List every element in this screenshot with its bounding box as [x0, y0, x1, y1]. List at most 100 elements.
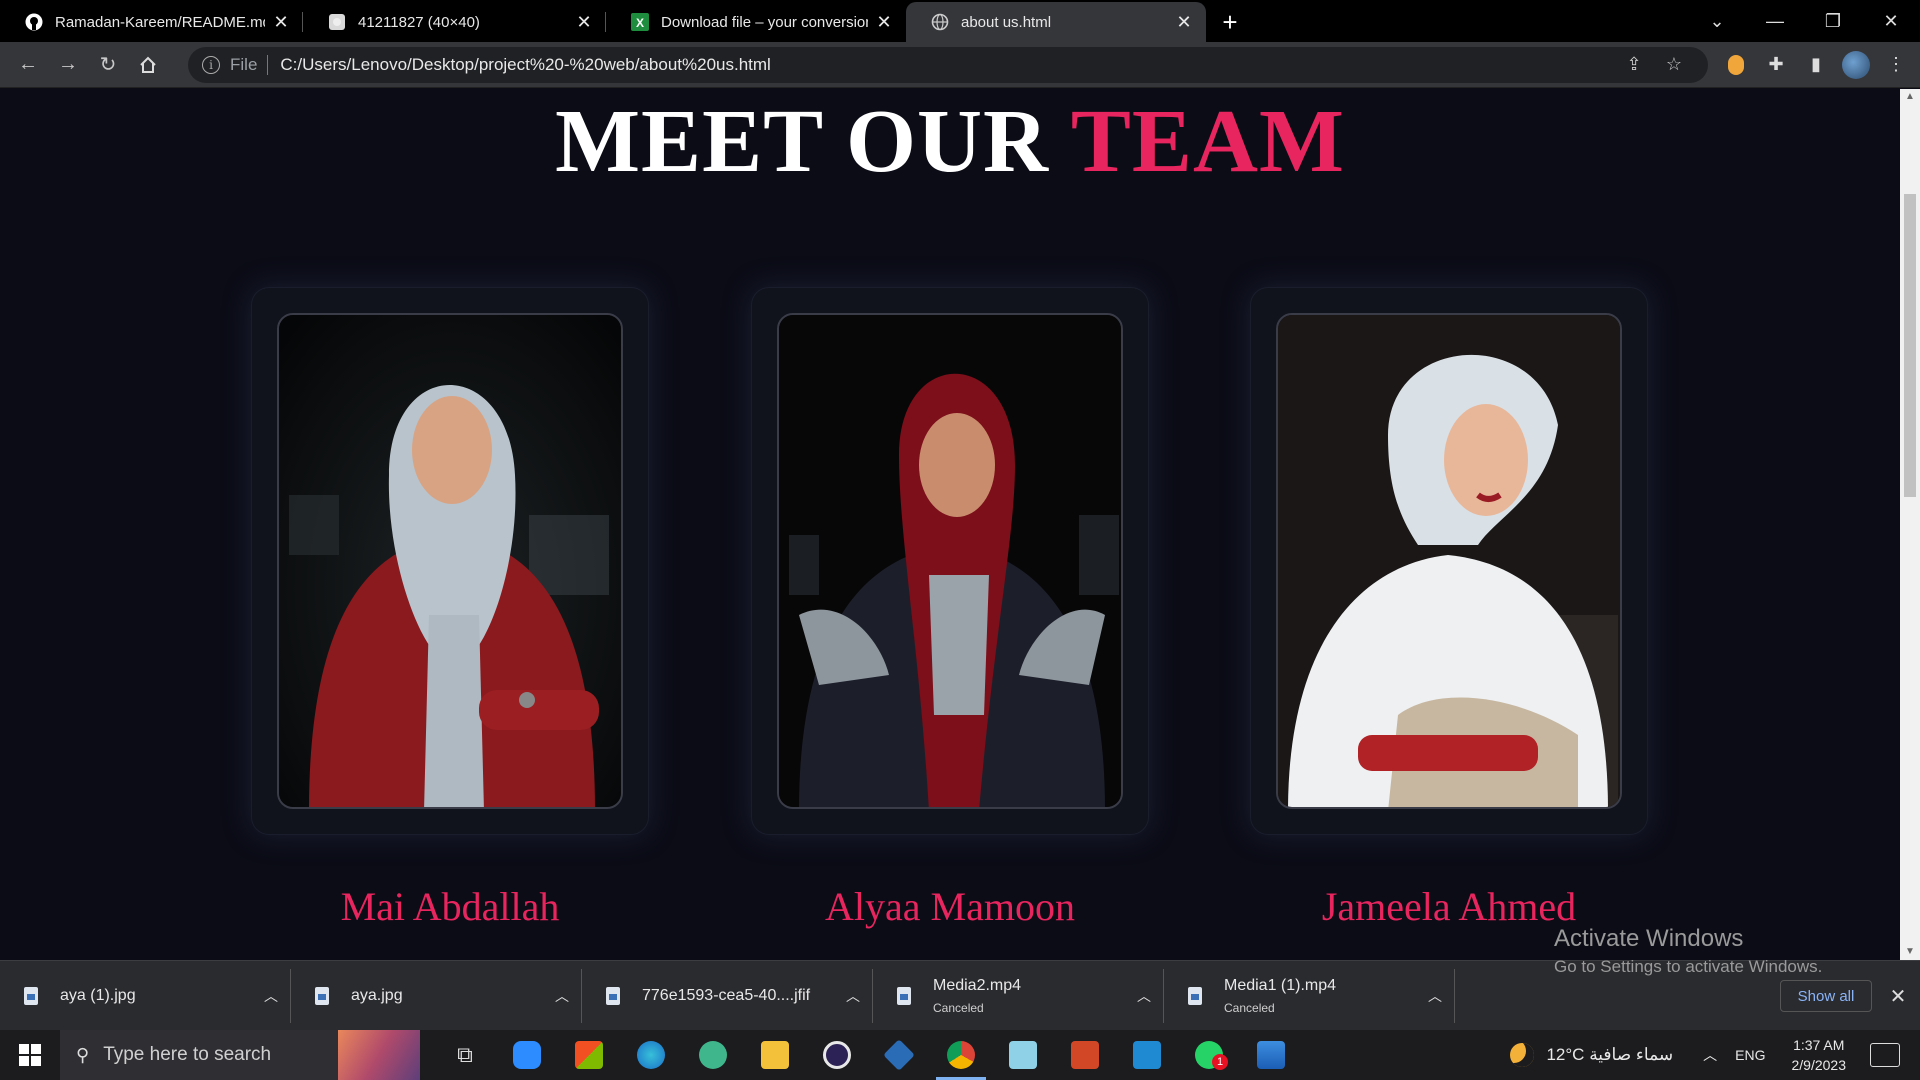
chevron-up-icon[interactable]: ︿: [1415, 986, 1455, 1006]
chrome-icon[interactable]: [930, 1030, 992, 1080]
activate-windows-watermark: Activate Windows Go to Settings to activ…: [1554, 925, 1822, 977]
show-all-button[interactable]: Show all: [1780, 980, 1872, 1012]
file-explorer-icon[interactable]: [744, 1030, 806, 1080]
url-scheme: File: [230, 54, 258, 74]
download-item[interactable]: 776e1593-cea5-40....jfif ︿: [582, 961, 873, 1031]
download-status: Canceled: [933, 1000, 984, 1015]
info-icon[interactable]: i: [202, 55, 220, 74]
powerpoint-icon[interactable]: [1054, 1030, 1116, 1080]
file-icon: [24, 986, 38, 1005]
edge-icon[interactable]: [620, 1030, 682, 1080]
scroll-up-icon[interactable]: ▲: [1900, 89, 1920, 105]
forward-icon[interactable]: →: [48, 45, 88, 85]
close-icon[interactable]: ✕: [271, 12, 291, 33]
file-icon: [897, 986, 911, 1005]
close-icon[interactable]: ✕: [1174, 12, 1194, 33]
tab-image[interactable]: 41211827 (40×40) ✕: [303, 2, 606, 42]
tab-search-icon[interactable]: ⌄: [1688, 11, 1746, 32]
tab-github-readme[interactable]: Ramadan-Kareem/README.md a ✕: [0, 2, 303, 42]
team-card-mai: [251, 287, 649, 835]
page-scrollbar[interactable]: ▲ ▼: [1900, 89, 1920, 960]
close-shelf-icon[interactable]: ✕: [1884, 980, 1912, 1012]
page-viewport: MEET OUR TEAM Mai Abdallah Alyaa Mamoon …: [0, 89, 1920, 960]
clock[interactable]: 1:37 AM 2/9/2023: [1792, 1035, 1847, 1075]
new-tab-button[interactable]: +: [1206, 2, 1254, 42]
store-icon[interactable]: [558, 1030, 620, 1080]
address-bar[interactable]: i File C:/Users/Lenovo/Desktop/project%2…: [188, 46, 1708, 83]
side-panel-icon[interactable]: ▮: [1796, 45, 1836, 85]
menu-icon[interactable]: ⋮: [1876, 45, 1916, 85]
system-tray: 12°C سماء صافية ︿ ENG 1:37 AM 2/9/2023: [1510, 1030, 1920, 1080]
page-title: MEET OUR TEAM: [0, 97, 1900, 187]
back-icon[interactable]: ←: [8, 45, 48, 85]
notepad-icon[interactable]: [992, 1030, 1054, 1080]
task-view-icon[interactable]: ⧉: [434, 1030, 496, 1080]
download-item[interactable]: Media1 (1).mp4 Canceled ︿: [1164, 961, 1455, 1031]
profile-avatar[interactable]: [1836, 45, 1876, 85]
minimize-button[interactable]: —: [1746, 11, 1804, 32]
chevron-up-icon[interactable]: ︿: [251, 986, 291, 1006]
reload-icon[interactable]: ↻: [88, 45, 128, 85]
search-icon: ⚲: [76, 1044, 90, 1065]
language-indicator[interactable]: ENG: [1735, 1047, 1765, 1063]
extension-icon[interactable]: [1716, 45, 1756, 85]
member-name: Alyaa Mamoon: [825, 884, 1075, 929]
excel-icon: X: [631, 13, 649, 31]
home-icon[interactable]: [128, 45, 168, 85]
share-icon[interactable]: ⇪: [1614, 54, 1654, 75]
photos-icon[interactable]: [1240, 1030, 1302, 1080]
taskbar-search[interactable]: ⚲ Type here to search: [60, 1030, 420, 1080]
download-item[interactable]: aya (1).jpg ︿: [0, 961, 291, 1031]
chevron-up-icon[interactable]: ︿: [542, 986, 582, 1006]
moon-weather-icon[interactable]: [1510, 1043, 1535, 1067]
file-icon: [315, 986, 329, 1005]
team-card-jameela: [1250, 287, 1648, 835]
chevron-up-icon[interactable]: ︿: [833, 986, 873, 1006]
download-status: Canceled: [1224, 1000, 1275, 1015]
screen: Ramadan-Kareem/README.md a ✕ 41211827 (4…: [0, 0, 1920, 1080]
taskbar-apps: ⧉ 1: [434, 1030, 1302, 1080]
close-icon[interactable]: ✕: [574, 12, 594, 33]
download-filename: Media1 (1).mp4: [1224, 976, 1337, 994]
member-name: Jameela Ahmed: [1321, 884, 1577, 929]
windows-taskbar: ⚲ Type here to search ⧉ 1 12°C سماء صافي…: [0, 1030, 1920, 1080]
tab-about-us[interactable]: about us.html ✕: [906, 2, 1206, 42]
bookmark-star-icon[interactable]: ☆: [1654, 54, 1694, 75]
vscode-icon[interactable]: [1116, 1030, 1178, 1080]
zoom-app-icon[interactable]: [496, 1030, 558, 1080]
member-photo: [1276, 313, 1622, 809]
puzzle-icon[interactable]: ✚: [1756, 45, 1796, 85]
scrollbar-thumb[interactable]: [1904, 194, 1916, 497]
scroll-down-icon[interactable]: ▼: [1900, 944, 1920, 960]
tab-download-file[interactable]: X Download file – your conversion ✕: [606, 2, 906, 42]
search-highlight-image: [338, 1030, 420, 1080]
tab-strip: Ramadan-Kareem/README.md a ✕ 41211827 (4…: [0, 0, 1920, 42]
url-text[interactable]: C:/Users/Lenovo/Desktop/project%20-%20we…: [280, 55, 1614, 75]
window-controls: ⌄ — ❐ ✕: [1688, 0, 1920, 42]
restore-button[interactable]: ❐: [1804, 11, 1862, 32]
notification-center-icon[interactable]: [1870, 1043, 1900, 1067]
weather-text[interactable]: 12°C سماء صافية: [1546, 1045, 1673, 1065]
chevron-up-icon[interactable]: ︿: [1124, 986, 1164, 1006]
svg-text:X: X: [636, 16, 644, 30]
tab-title: 41211827 (40×40): [358, 13, 480, 31]
divider: [267, 54, 269, 75]
windows-start-icon[interactable]: [0, 1030, 60, 1080]
title-part-accent: TEAM: [1070, 92, 1345, 191]
chevron-up-icon[interactable]: ︿: [1703, 1045, 1717, 1065]
notification-badge: 1: [1212, 1054, 1228, 1070]
close-icon[interactable]: ✕: [874, 12, 894, 33]
title-part-white: MEET OUR: [555, 92, 1071, 191]
eclipse-icon[interactable]: [806, 1030, 868, 1080]
watermark-subtitle: Go to Settings to activate Windows.: [1554, 957, 1823, 976]
download-filename: Media2.mp4: [933, 976, 1022, 994]
download-item[interactable]: aya.jpg ︿: [291, 961, 582, 1031]
virtualbox-icon[interactable]: [868, 1030, 930, 1080]
download-item[interactable]: Media2.mp4 Canceled ︿: [873, 961, 1164, 1031]
team-card-alyaa: [751, 287, 1149, 835]
whatsapp-icon[interactable]: 1: [1178, 1030, 1240, 1080]
close-window-button[interactable]: ✕: [1862, 11, 1920, 32]
atom-app-icon[interactable]: [682, 1030, 744, 1080]
file-icon: [1188, 986, 1202, 1005]
globe-icon: [931, 13, 949, 31]
